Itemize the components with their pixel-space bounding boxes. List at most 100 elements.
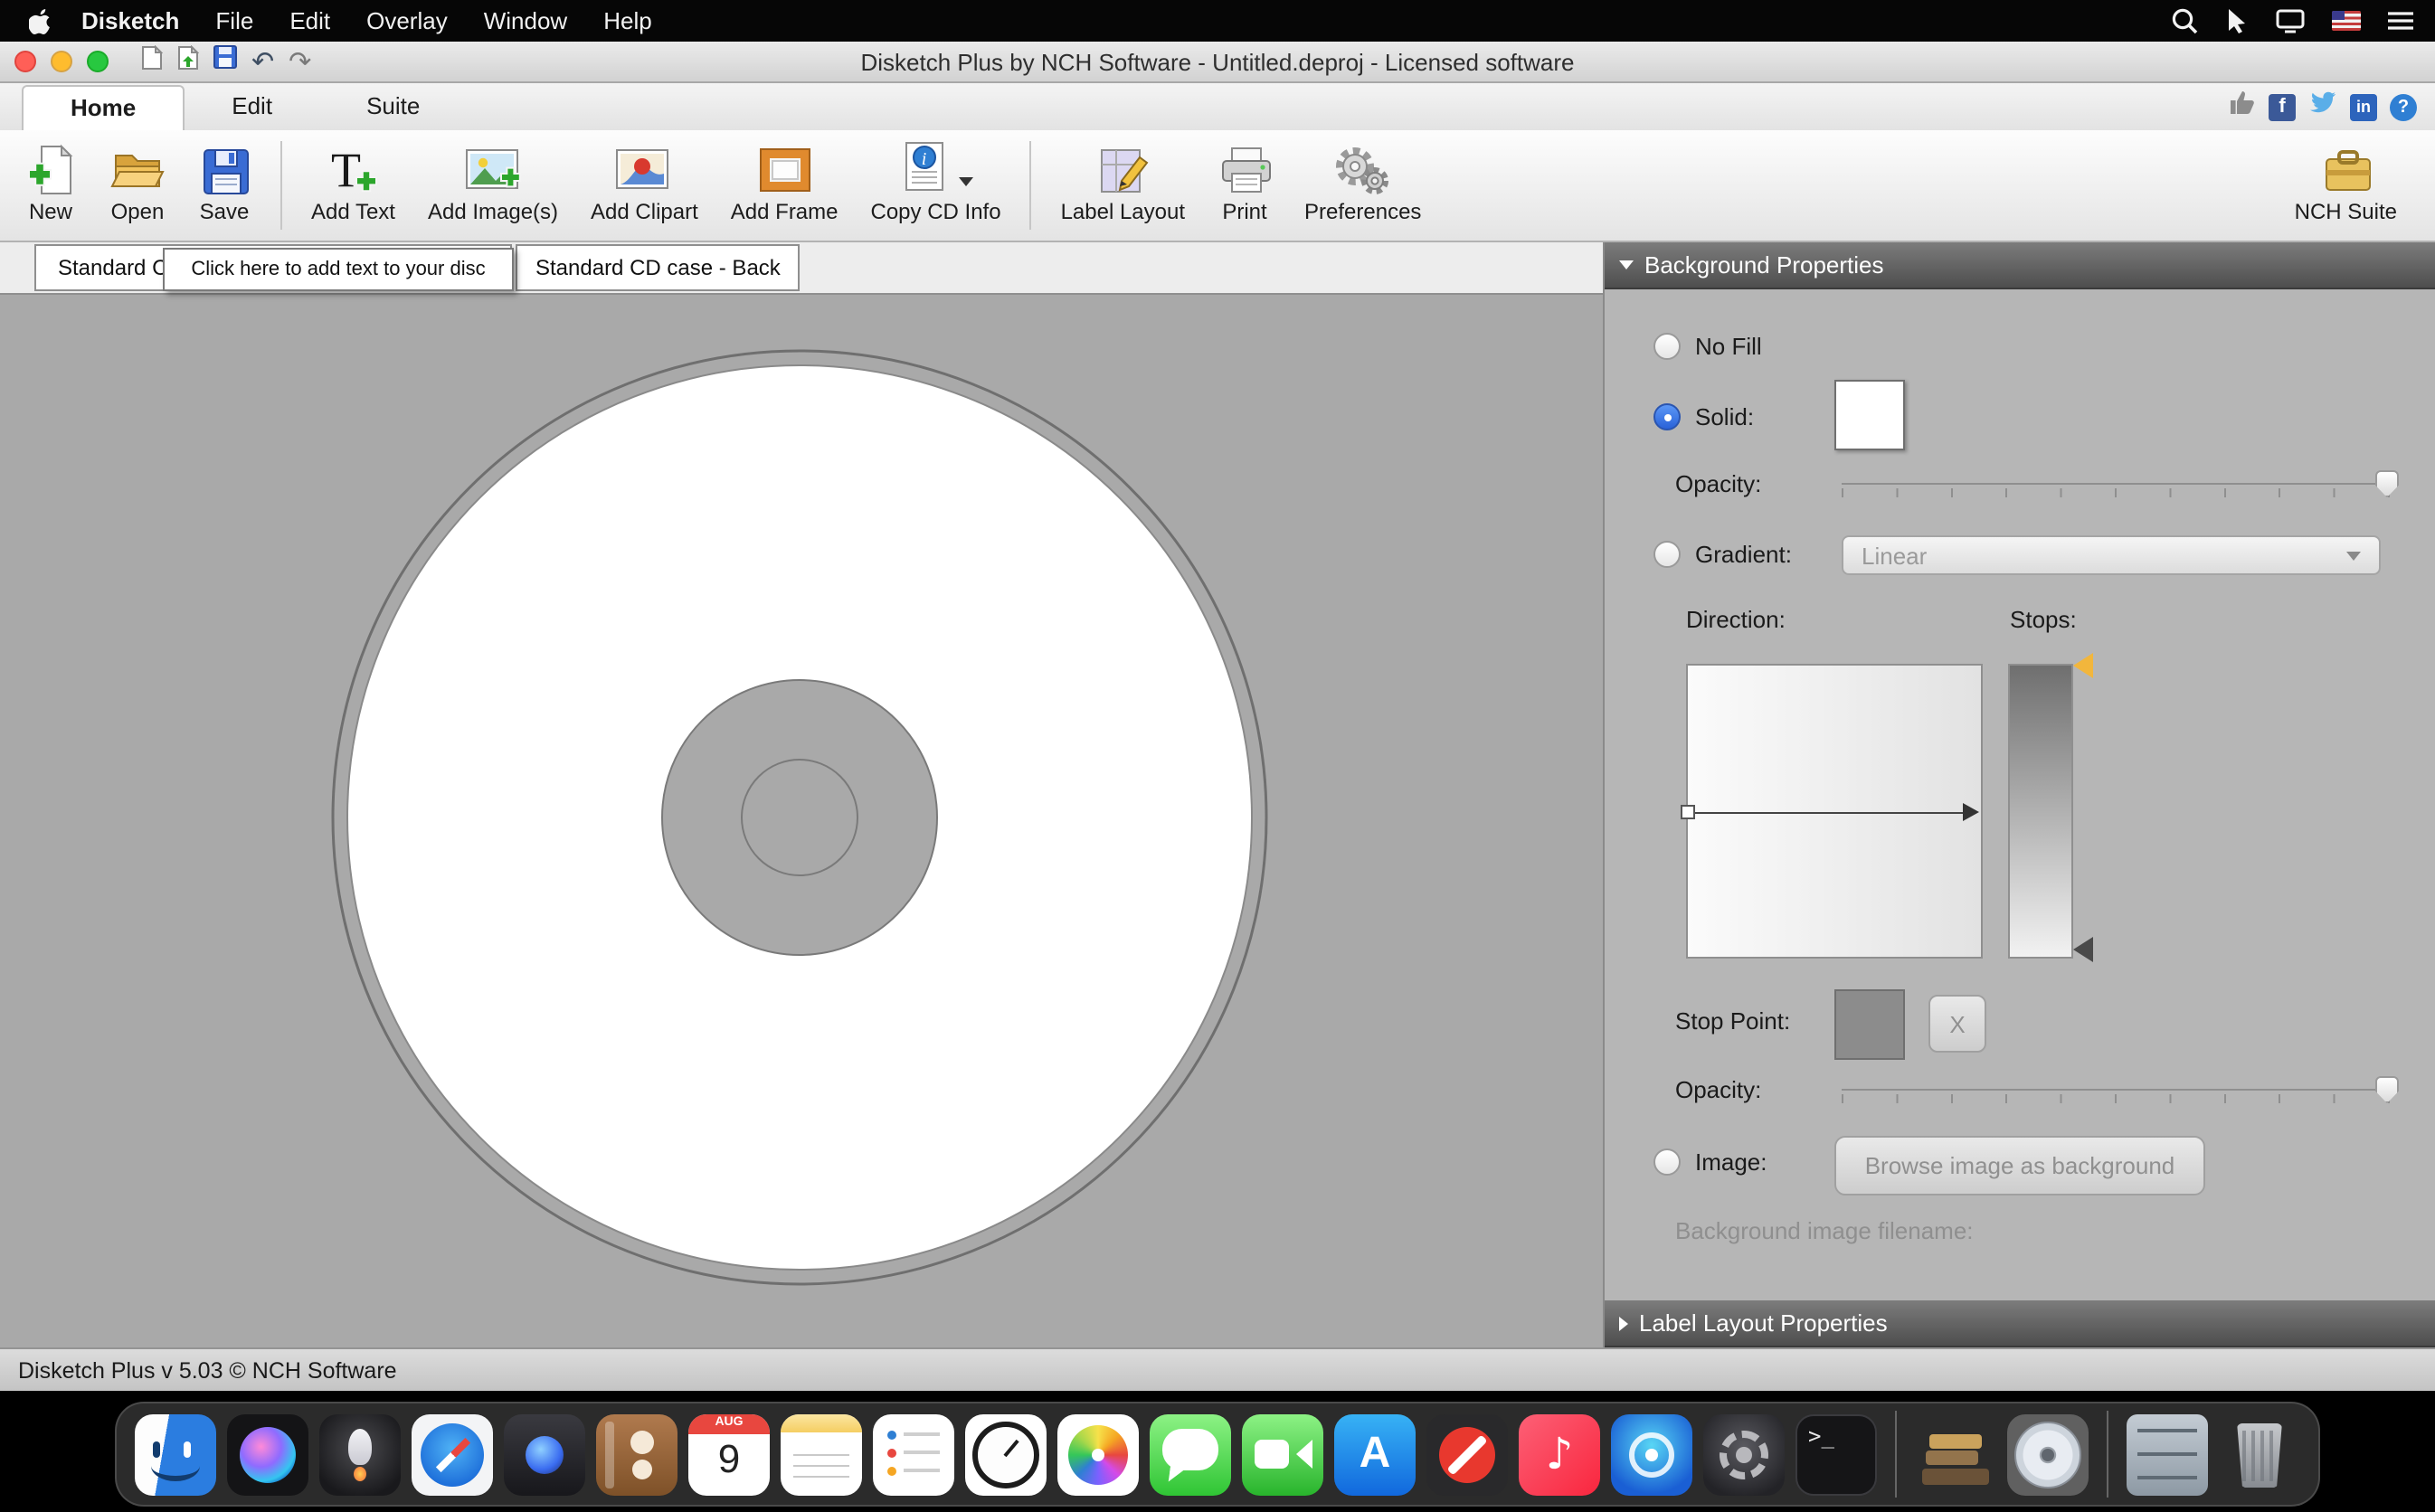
image-label: Image: bbox=[1695, 1148, 1767, 1176]
preferences-label: Preferences bbox=[1304, 199, 1421, 224]
siri-dock-icon[interactable] bbox=[227, 1413, 308, 1495]
menu-item-edit[interactable]: Edit bbox=[289, 7, 330, 34]
quick-open-icon[interactable] bbox=[177, 44, 199, 79]
background-properties-header[interactable]: Background Properties bbox=[1605, 242, 2435, 289]
finder-dock-icon[interactable] bbox=[135, 1413, 216, 1495]
menu-item-file[interactable]: File bbox=[215, 7, 253, 34]
solid-option[interactable]: Solid: bbox=[1653, 403, 1754, 430]
solid-color-swatch[interactable] bbox=[1834, 380, 1905, 450]
cd-disc-preview[interactable] bbox=[0, 295, 1603, 1347]
add-frame-icon bbox=[757, 139, 811, 199]
cursor-status-icon[interactable] bbox=[2225, 7, 2249, 34]
menu-app-name[interactable]: Disketch bbox=[81, 7, 179, 34]
gradient-radio[interactable] bbox=[1653, 541, 1681, 568]
linkedin-icon[interactable]: in bbox=[2350, 93, 2377, 120]
new-button[interactable]: New bbox=[7, 130, 94, 241]
undo-icon[interactable]: ↶ bbox=[251, 48, 274, 75]
disketch-dock-icon[interactable] bbox=[2007, 1413, 2089, 1495]
system-utility-dock-icon[interactable] bbox=[1703, 1413, 1785, 1495]
display-status-icon[interactable] bbox=[2276, 8, 2305, 33]
file-cabinet-dock-icon[interactable] bbox=[2127, 1413, 2208, 1495]
gradient-stop-marker-top[interactable] bbox=[2073, 653, 2093, 678]
facebook-icon[interactable]: f bbox=[2269, 93, 2296, 120]
like-icon[interactable] bbox=[2229, 89, 2256, 125]
no-fill-option[interactable]: No Fill bbox=[1653, 333, 1762, 360]
apple-menu-icon[interactable] bbox=[29, 7, 52, 34]
music-note-glyph: ♪ bbox=[1546, 1429, 1574, 1479]
notes-dock-icon[interactable] bbox=[781, 1413, 862, 1495]
menu-item-help[interactable]: Help bbox=[603, 7, 652, 34]
minimize-window-button[interactable] bbox=[51, 51, 72, 72]
toolbar-separator bbox=[1030, 141, 1032, 230]
zoom-window-button[interactable] bbox=[87, 51, 109, 72]
tab-suite[interactable]: Suite bbox=[319, 85, 467, 130]
clock-dock-icon[interactable] bbox=[965, 1413, 1047, 1495]
gradient-stop-marker-bottom[interactable] bbox=[2073, 937, 2093, 962]
music-dock-icon[interactable]: ♪ bbox=[1519, 1413, 1600, 1495]
disc-center-hole bbox=[742, 760, 857, 875]
photo-booth-dock-icon[interactable] bbox=[504, 1413, 585, 1495]
dock-separator bbox=[1895, 1411, 1897, 1498]
facetime-dock-icon[interactable] bbox=[1242, 1413, 1323, 1495]
tab-home[interactable]: Home bbox=[22, 85, 185, 130]
reminders-dock-icon[interactable] bbox=[873, 1413, 954, 1495]
add-images-button[interactable]: Add Image(s) bbox=[412, 130, 574, 241]
label-layout-properties-header[interactable]: Label Layout Properties bbox=[1605, 1300, 2435, 1347]
menu-list-icon[interactable] bbox=[2388, 11, 2413, 31]
image-option[interactable]: Image: bbox=[1653, 1148, 1767, 1176]
gradient-direction-widget[interactable] bbox=[1686, 664, 1983, 959]
menu-item-overlay[interactable]: Overlay bbox=[366, 7, 448, 34]
save-button[interactable]: Save bbox=[181, 130, 268, 241]
quick-save-icon[interactable] bbox=[213, 45, 237, 78]
tab-edit[interactable]: Edit bbox=[185, 85, 319, 130]
redo-icon[interactable]: ↷ bbox=[289, 48, 311, 75]
stop-point-color-swatch[interactable] bbox=[1834, 989, 1905, 1060]
spotlight-search-icon[interactable] bbox=[2171, 7, 2198, 34]
close-window-button[interactable] bbox=[14, 51, 36, 72]
keyboard-layout-flag-icon[interactable] bbox=[2332, 11, 2361, 31]
quick-new-icon[interactable] bbox=[141, 44, 163, 79]
svg-text:T: T bbox=[331, 142, 361, 196]
doc-tab-cd-case-back[interactable]: Standard CD case - Back bbox=[516, 244, 801, 291]
calendar-dock-icon[interactable]: AUG 9 bbox=[688, 1413, 770, 1495]
delete-stop-button[interactable]: X bbox=[1928, 995, 1986, 1053]
print-button[interactable]: Print bbox=[1201, 130, 1288, 241]
gradient-stops-bar[interactable] bbox=[2008, 664, 2073, 959]
photos-dock-icon[interactable] bbox=[1057, 1413, 1139, 1495]
label-layout-button[interactable]: Label Layout bbox=[1045, 130, 1201, 241]
open-button[interactable]: Open bbox=[94, 130, 181, 241]
browse-image-button[interactable]: Browse image as background bbox=[1834, 1136, 2205, 1195]
gradient-type-dropdown[interactable]: Linear bbox=[1842, 535, 2381, 575]
podcasts-dock-icon[interactable] bbox=[1611, 1413, 1692, 1495]
app-store-dock-icon[interactable]: A bbox=[1334, 1413, 1416, 1495]
no-fill-radio[interactable] bbox=[1653, 333, 1681, 360]
ribbon-tab-bar: Home Edit Suite f in ? bbox=[0, 83, 2435, 130]
stop-opacity-slider[interactable] bbox=[1842, 1076, 2390, 1105]
trash-dock-icon[interactable] bbox=[2219, 1413, 2300, 1495]
twitter-icon[interactable] bbox=[2308, 90, 2337, 123]
menu-item-window[interactable]: Window bbox=[484, 7, 568, 34]
label-design-canvas[interactable] bbox=[0, 295, 1603, 1347]
launchpad-dock-icon[interactable] bbox=[319, 1413, 401, 1495]
preferences-button[interactable]: Preferences bbox=[1288, 130, 1437, 241]
messages-dock-icon[interactable] bbox=[1150, 1413, 1231, 1495]
gradient-option[interactable]: Gradient: bbox=[1653, 541, 1792, 568]
add-frame-button[interactable]: Add Frame bbox=[715, 130, 855, 241]
solid-radio[interactable] bbox=[1653, 403, 1681, 430]
solid-label: Solid: bbox=[1695, 403, 1754, 430]
add-text-button[interactable]: T Add Text bbox=[295, 130, 412, 241]
do-not-disturb-dock-icon[interactable] bbox=[1426, 1413, 1508, 1495]
copy-cd-info-button[interactable]: i Copy CD Info bbox=[855, 130, 1018, 241]
contacts-dock-icon[interactable] bbox=[596, 1413, 677, 1495]
image-radio[interactable] bbox=[1653, 1148, 1681, 1176]
terminal-dock-icon[interactable]: >_ bbox=[1795, 1413, 1877, 1495]
solid-opacity-slider[interactable] bbox=[1842, 470, 2390, 499]
copy-cd-info-dropdown-icon[interactable] bbox=[960, 176, 974, 185]
safari-dock-icon[interactable] bbox=[412, 1413, 493, 1495]
nch-suite-button[interactable]: NCH Suite bbox=[2279, 130, 2413, 241]
books-stack-dock-icon[interactable] bbox=[1915, 1413, 1996, 1495]
add-clipart-button[interactable]: Add Clipart bbox=[574, 130, 715, 241]
nch-suite-icon bbox=[2318, 139, 2373, 199]
direction-start-handle[interactable] bbox=[1681, 804, 1695, 818]
help-icon[interactable]: ? bbox=[2390, 93, 2417, 120]
